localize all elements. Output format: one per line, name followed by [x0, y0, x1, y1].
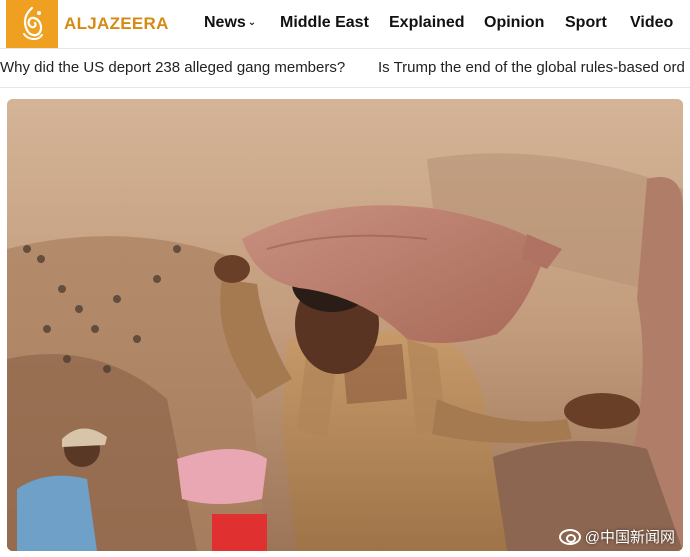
watermark-text: @中国新闻网	[584, 529, 675, 546]
trending-bar: Why did the US deport 238 alleged gang m…	[0, 49, 690, 88]
weibo-icon	[558, 528, 581, 545]
nav-item-label: News	[204, 14, 246, 31]
chevron-down-icon: ⌄	[247, 17, 257, 28]
trending-link[interactable]: Why did the US deport 238 alleged gang m…	[0, 59, 345, 76]
mine-photo	[7, 99, 683, 551]
nav-item-explained[interactable]: Explained	[389, 14, 465, 32]
nav-item-middle-east[interactable]: Middle East	[280, 14, 369, 32]
site-header: ALJAZEERA News ⌄ Middle East Explained Op…	[0, 0, 690, 49]
watermark: @中国新闻网	[558, 526, 675, 547]
trending-link[interactable]: Is Trump the end of the global rules-bas…	[378, 59, 685, 76]
main-nav: News ⌄ Middle East Explained Opinion Spor…	[0, 14, 690, 34]
hero-image[interactable]: @中国新闻网	[7, 99, 683, 551]
nav-item-video[interactable]: Video	[630, 14, 673, 32]
nav-item-news[interactable]: News ⌄	[204, 14, 256, 32]
nav-item-sport[interactable]: Sport	[565, 14, 607, 32]
nav-item-opinion[interactable]: Opinion	[484, 14, 544, 32]
